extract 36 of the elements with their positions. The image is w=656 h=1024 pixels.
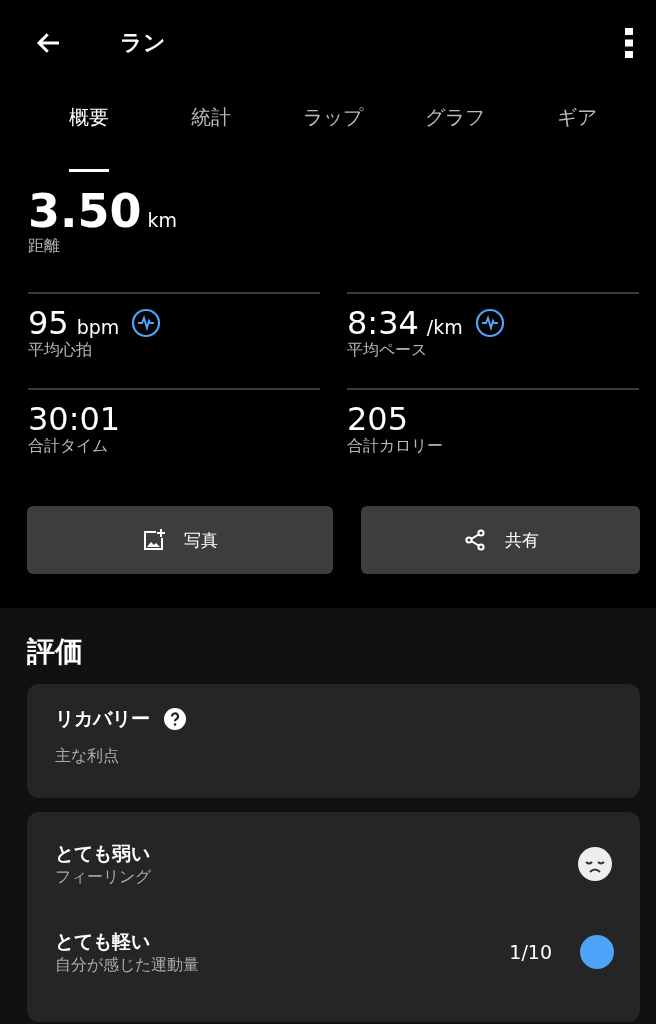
rating-title: とても軽い xyxy=(55,929,150,952)
stat-label: 合計カロリー xyxy=(347,436,444,456)
stat-unit: bpm xyxy=(76,316,120,338)
tab[interactable]: 統計 xyxy=(150,90,272,172)
distance-unit: km xyxy=(147,209,177,231)
stat-unit: /km xyxy=(426,316,463,338)
share-button[interactable]: 共有 xyxy=(361,506,640,574)
card-title: リカバリー xyxy=(55,706,150,731)
screen-title: ラン xyxy=(120,29,167,57)
stat-value: 30:01 xyxy=(28,402,121,436)
add-photo-icon xyxy=(142,528,166,552)
share-icon xyxy=(462,528,487,552)
tab[interactable]: ラップ xyxy=(272,90,394,172)
distance-value: 3.50 xyxy=(28,186,142,236)
stat-value: 95 xyxy=(28,306,69,340)
stat-label: 合計タイム xyxy=(28,436,109,456)
photo-button[interactable]: 写真 xyxy=(27,506,333,574)
effort-reading: 1/10 xyxy=(509,941,552,963)
stat-label: 平均ペース xyxy=(347,340,428,360)
tab[interactable]: グラフ xyxy=(394,90,516,172)
heartbeat-graph-icon[interactable] xyxy=(131,308,162,338)
tab[interactable]: 概要 xyxy=(28,90,150,172)
sad-face-icon xyxy=(578,847,612,881)
card-subtitle: 主な利点 xyxy=(55,746,120,767)
section-title: 評価 xyxy=(27,634,84,670)
rating-label: フィーリング xyxy=(55,866,152,888)
tab[interactable]: ギア xyxy=(516,90,638,172)
stat-label: 平均心拍 xyxy=(28,340,93,360)
rating-title: とても弱い xyxy=(55,841,150,864)
stat-value: 8:34 xyxy=(347,306,419,340)
rating-label: 自分が感じた運動量 xyxy=(55,954,200,976)
help-icon[interactable] xyxy=(164,708,186,730)
stat-value: 205 xyxy=(347,402,409,436)
more-icon xyxy=(624,27,634,59)
heartbeat-graph-icon[interactable] xyxy=(474,308,505,338)
distance-label: 距離 xyxy=(28,236,61,256)
